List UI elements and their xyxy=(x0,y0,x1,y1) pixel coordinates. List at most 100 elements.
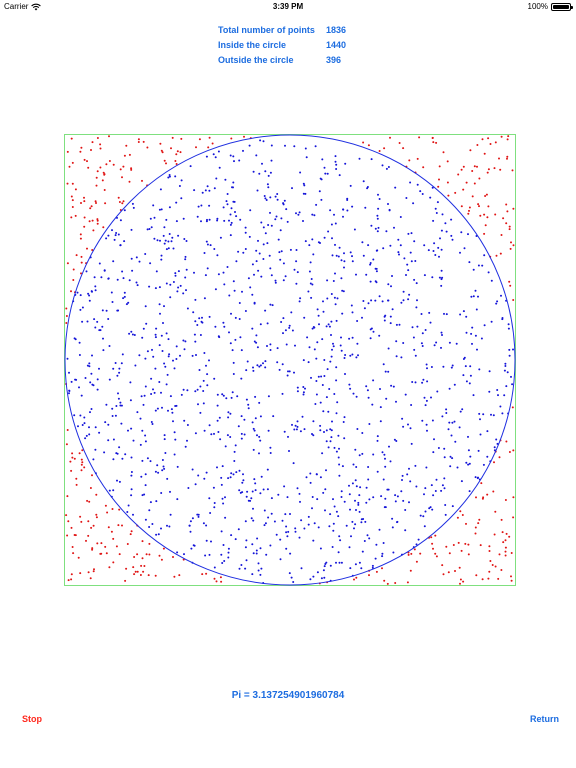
status-time: 3:39 PM xyxy=(272,2,304,11)
point-inside xyxy=(316,341,319,344)
point-inside xyxy=(384,457,386,460)
point-inside xyxy=(112,260,115,263)
point-inside xyxy=(73,414,76,417)
point-outside xyxy=(143,565,146,567)
point-inside xyxy=(432,219,435,222)
point-outside xyxy=(499,252,502,255)
point-inside xyxy=(226,203,229,206)
point-outside xyxy=(137,138,140,141)
point-inside xyxy=(504,365,507,367)
point-inside xyxy=(348,546,351,549)
point-outside xyxy=(486,493,489,496)
point-inside xyxy=(395,323,398,326)
point-inside xyxy=(290,311,293,314)
point-inside xyxy=(148,228,151,230)
point-inside xyxy=(200,204,203,207)
point-outside xyxy=(468,209,470,212)
unit-circle xyxy=(64,134,516,586)
point-inside xyxy=(191,468,194,471)
point-inside xyxy=(134,364,137,367)
point-inside xyxy=(259,492,262,495)
point-inside xyxy=(151,523,154,525)
point-inside xyxy=(366,534,369,537)
point-outside xyxy=(505,203,508,206)
point-inside xyxy=(200,220,202,223)
point-inside xyxy=(241,481,244,484)
point-inside xyxy=(335,366,338,369)
point-outside xyxy=(477,203,480,206)
point-inside xyxy=(253,478,256,481)
point-inside xyxy=(144,434,147,437)
point-inside xyxy=(319,547,322,550)
point-inside xyxy=(295,212,297,215)
point-inside xyxy=(194,432,197,435)
point-inside xyxy=(441,213,444,216)
point-inside xyxy=(274,195,277,198)
point-outside xyxy=(473,182,476,185)
point-inside xyxy=(387,370,390,373)
point-inside xyxy=(414,381,417,384)
point-inside xyxy=(216,466,218,469)
point-inside xyxy=(155,270,158,273)
point-inside xyxy=(238,469,241,472)
point-outside xyxy=(70,290,72,293)
point-inside xyxy=(101,325,104,328)
point-inside xyxy=(401,417,404,420)
point-outside xyxy=(66,495,69,498)
point-inside xyxy=(287,530,290,533)
point-inside xyxy=(333,213,335,216)
point-inside xyxy=(380,495,383,498)
point-inside xyxy=(313,522,316,525)
stat-row-outside: Outside the circle 396 xyxy=(218,53,366,68)
point-inside xyxy=(389,460,392,463)
point-inside xyxy=(396,521,398,524)
point-inside xyxy=(431,276,434,279)
point-inside xyxy=(284,513,287,516)
point-inside xyxy=(472,295,475,298)
point-inside xyxy=(258,452,260,455)
point-inside xyxy=(433,242,436,245)
point-inside xyxy=(173,367,176,370)
point-inside xyxy=(242,251,245,254)
point-inside xyxy=(191,354,194,357)
return-button[interactable]: Return xyxy=(530,714,559,724)
point-inside xyxy=(298,536,301,539)
point-inside xyxy=(439,237,441,240)
point-inside xyxy=(423,493,425,496)
point-inside xyxy=(267,429,270,432)
point-inside xyxy=(348,484,350,487)
point-outside xyxy=(485,193,488,196)
point-inside xyxy=(206,218,208,221)
point-inside xyxy=(496,389,499,391)
point-inside xyxy=(364,520,367,523)
point-inside xyxy=(379,388,381,390)
point-inside xyxy=(230,312,232,315)
point-inside xyxy=(248,144,251,147)
point-inside xyxy=(290,576,293,579)
point-inside xyxy=(121,457,124,460)
point-inside xyxy=(361,316,363,319)
point-outside xyxy=(102,171,105,174)
point-inside xyxy=(377,193,379,196)
point-inside xyxy=(269,446,272,449)
stop-button[interactable]: Stop xyxy=(22,714,42,724)
point-inside xyxy=(465,315,468,318)
point-inside xyxy=(254,395,257,398)
point-inside xyxy=(431,419,434,422)
point-outside xyxy=(198,138,201,141)
point-outside xyxy=(418,136,421,139)
point-inside xyxy=(333,446,336,449)
point-outside xyxy=(162,547,165,550)
point-inside xyxy=(258,252,261,255)
point-inside xyxy=(103,269,106,272)
point-inside xyxy=(107,234,110,237)
point-outside xyxy=(499,168,502,171)
point-inside xyxy=(267,395,270,398)
point-inside xyxy=(385,167,388,170)
point-inside xyxy=(322,410,325,413)
point-outside xyxy=(96,222,99,225)
point-inside xyxy=(349,387,352,390)
point-inside xyxy=(132,439,135,442)
point-inside xyxy=(471,326,474,329)
point-inside xyxy=(372,330,375,333)
